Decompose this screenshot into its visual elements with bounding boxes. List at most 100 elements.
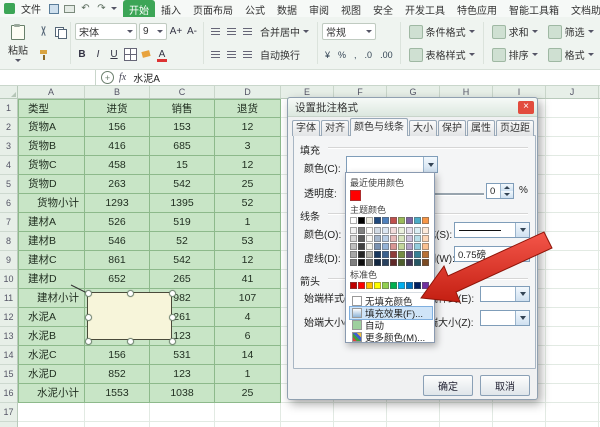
tab-页面布局[interactable]: 页面布局 bbox=[187, 0, 239, 17]
sort-button[interactable]: 排序 bbox=[488, 46, 542, 64]
dialog-tab-颜色与线条[interactable]: 颜色与线条 bbox=[350, 118, 408, 136]
theme-tint-swatch[interactable] bbox=[382, 243, 389, 250]
cell-B14[interactable]: 156 bbox=[85, 346, 150, 365]
grow-font-button[interactable]: A+ bbox=[169, 24, 183, 39]
theme-color-swatch[interactable] bbox=[422, 217, 429, 224]
row-header-12[interactable]: 12 bbox=[0, 308, 17, 327]
theme-tint-swatch[interactable] bbox=[350, 235, 357, 242]
weight-spinner[interactable]: 0.75磅 bbox=[454, 246, 530, 262]
cell-D12[interactable]: 4 bbox=[215, 308, 281, 327]
theme-color-swatch[interactable] bbox=[406, 217, 413, 224]
theme-tint-swatch[interactable] bbox=[358, 235, 365, 242]
comment-resize-handle[interactable] bbox=[85, 338, 92, 345]
chevron-down-icon[interactable] bbox=[515, 311, 529, 325]
row-header-9[interactable]: 9 bbox=[0, 251, 17, 270]
decrease-decimal-button[interactable]: .0 bbox=[362, 47, 376, 62]
conditional-format-button[interactable]: 条件格式 bbox=[405, 23, 479, 41]
row-header-16[interactable]: 16 bbox=[0, 384, 17, 403]
cell-A1[interactable]: 类型 bbox=[18, 99, 85, 118]
shrink-font-button[interactable]: A- bbox=[185, 24, 199, 39]
row-header-18[interactable]: 18 bbox=[0, 422, 17, 427]
tab-数据[interactable]: 数据 bbox=[271, 0, 303, 17]
theme-tint-swatch[interactable] bbox=[398, 259, 405, 266]
dialog-tab-保护[interactable]: 保护 bbox=[438, 120, 466, 136]
dialog-tab-字体[interactable]: 字体 bbox=[292, 120, 320, 136]
merge-center-button[interactable]: 合并居中 bbox=[256, 23, 313, 41]
sum-button[interactable]: 求和 bbox=[488, 23, 542, 41]
dialog-tab-大小[interactable]: 大小 bbox=[409, 120, 437, 136]
copy-button[interactable] bbox=[52, 24, 66, 39]
align-middle-button[interactable] bbox=[224, 24, 238, 39]
theme-tint-swatch[interactable] bbox=[406, 235, 413, 242]
row-header-6[interactable]: 6 bbox=[0, 194, 17, 213]
standard-color-swatch[interactable] bbox=[390, 282, 397, 289]
column-header-C[interactable]: C bbox=[150, 86, 215, 98]
theme-tint-swatch[interactable] bbox=[422, 251, 429, 258]
cell-C5[interactable]: 542 bbox=[150, 175, 215, 194]
row-header-8[interactable]: 8 bbox=[0, 232, 17, 251]
name-box[interactable] bbox=[0, 70, 96, 85]
cell-A16[interactable]: 水泥小计 bbox=[18, 384, 85, 403]
theme-tint-swatch[interactable] bbox=[382, 227, 389, 234]
cell-C4[interactable]: 15 bbox=[150, 156, 215, 175]
cell-C1[interactable]: 销售 bbox=[150, 99, 215, 118]
wrap-text-button[interactable]: 自动换行 bbox=[256, 46, 304, 64]
undo-icon[interactable] bbox=[79, 2, 92, 15]
cell-A12[interactable]: 水泥A bbox=[18, 308, 85, 327]
theme-tint-swatch[interactable] bbox=[414, 259, 421, 266]
cell-B2[interactable]: 156 bbox=[85, 118, 150, 137]
row-header-2[interactable]: 2 bbox=[0, 118, 17, 137]
chevron-down-icon[interactable] bbox=[515, 223, 529, 237]
increase-decimal-button[interactable]: .00 bbox=[377, 47, 396, 62]
cell-C14[interactable]: 531 bbox=[150, 346, 215, 365]
theme-tint-swatch[interactable] bbox=[406, 227, 413, 234]
row-header-7[interactable]: 7 bbox=[0, 213, 17, 232]
cell-C16[interactable]: 1038 bbox=[150, 384, 215, 403]
theme-tint-swatch[interactable] bbox=[406, 243, 413, 250]
theme-tint-swatch[interactable] bbox=[390, 235, 397, 242]
cell-A6[interactable]: 货物小计 bbox=[18, 194, 85, 213]
cell-D15[interactable]: 1 bbox=[215, 365, 281, 384]
cell-A15[interactable]: 水泥D bbox=[18, 365, 85, 384]
cell-B4[interactable]: 458 bbox=[85, 156, 150, 175]
bold-button[interactable]: B bbox=[75, 47, 89, 62]
cell-D5[interactable]: 25 bbox=[215, 175, 281, 194]
align-left-button[interactable] bbox=[208, 47, 222, 62]
dialog-tab-页边距[interactable]: 页边距 bbox=[496, 120, 534, 136]
theme-tint-swatch[interactable] bbox=[374, 259, 381, 266]
cell-D8[interactable]: 53 bbox=[215, 232, 281, 251]
row-header-1[interactable]: 1 bbox=[0, 99, 17, 118]
format-button[interactable]: 格式 bbox=[544, 46, 598, 64]
theme-tint-swatch[interactable] bbox=[366, 251, 373, 258]
theme-tint-swatch[interactable] bbox=[374, 251, 381, 258]
align-right-button[interactable] bbox=[240, 47, 254, 62]
paste-button[interactable]: 粘贴 bbox=[3, 20, 33, 66]
cell-A3[interactable]: 货物B bbox=[18, 137, 85, 156]
chevron-down-icon[interactable] bbox=[423, 157, 437, 172]
cell-B3[interactable]: 416 bbox=[85, 137, 150, 156]
end-size-dropdown[interactable] bbox=[480, 310, 530, 326]
row-header-5[interactable]: 5 bbox=[0, 175, 17, 194]
row-header-14[interactable]: 14 bbox=[0, 346, 17, 365]
borders-button[interactable] bbox=[123, 47, 137, 62]
fx-icon[interactable]: fx bbox=[119, 72, 126, 83]
cell-B10[interactable]: 652 bbox=[85, 270, 150, 289]
spin-down-icon[interactable] bbox=[517, 254, 529, 261]
theme-tint-swatch[interactable] bbox=[398, 251, 405, 258]
cell-B7[interactable]: 526 bbox=[85, 213, 150, 232]
theme-tint-swatch[interactable] bbox=[366, 259, 373, 266]
standard-color-swatch[interactable] bbox=[398, 282, 405, 289]
comment-resize-handle[interactable] bbox=[169, 314, 176, 321]
cell-D3[interactable]: 3 bbox=[215, 137, 281, 156]
theme-tint-swatch[interactable] bbox=[398, 235, 405, 242]
theme-tint-swatch[interactable] bbox=[398, 243, 405, 250]
spin-down-icon[interactable] bbox=[501, 191, 513, 198]
theme-color-swatch[interactable] bbox=[390, 217, 397, 224]
fill-color-button[interactable] bbox=[139, 47, 153, 62]
comma-format-button[interactable]: , bbox=[351, 47, 360, 62]
comment-resize-handle[interactable] bbox=[127, 338, 134, 345]
theme-tint-swatch[interactable] bbox=[390, 227, 397, 234]
theme-tint-swatch[interactable] bbox=[350, 227, 357, 234]
menu-item-fill-effects[interactable]: 填充效果(F)... bbox=[350, 307, 432, 319]
ok-button[interactable]: 确定 bbox=[423, 375, 473, 396]
